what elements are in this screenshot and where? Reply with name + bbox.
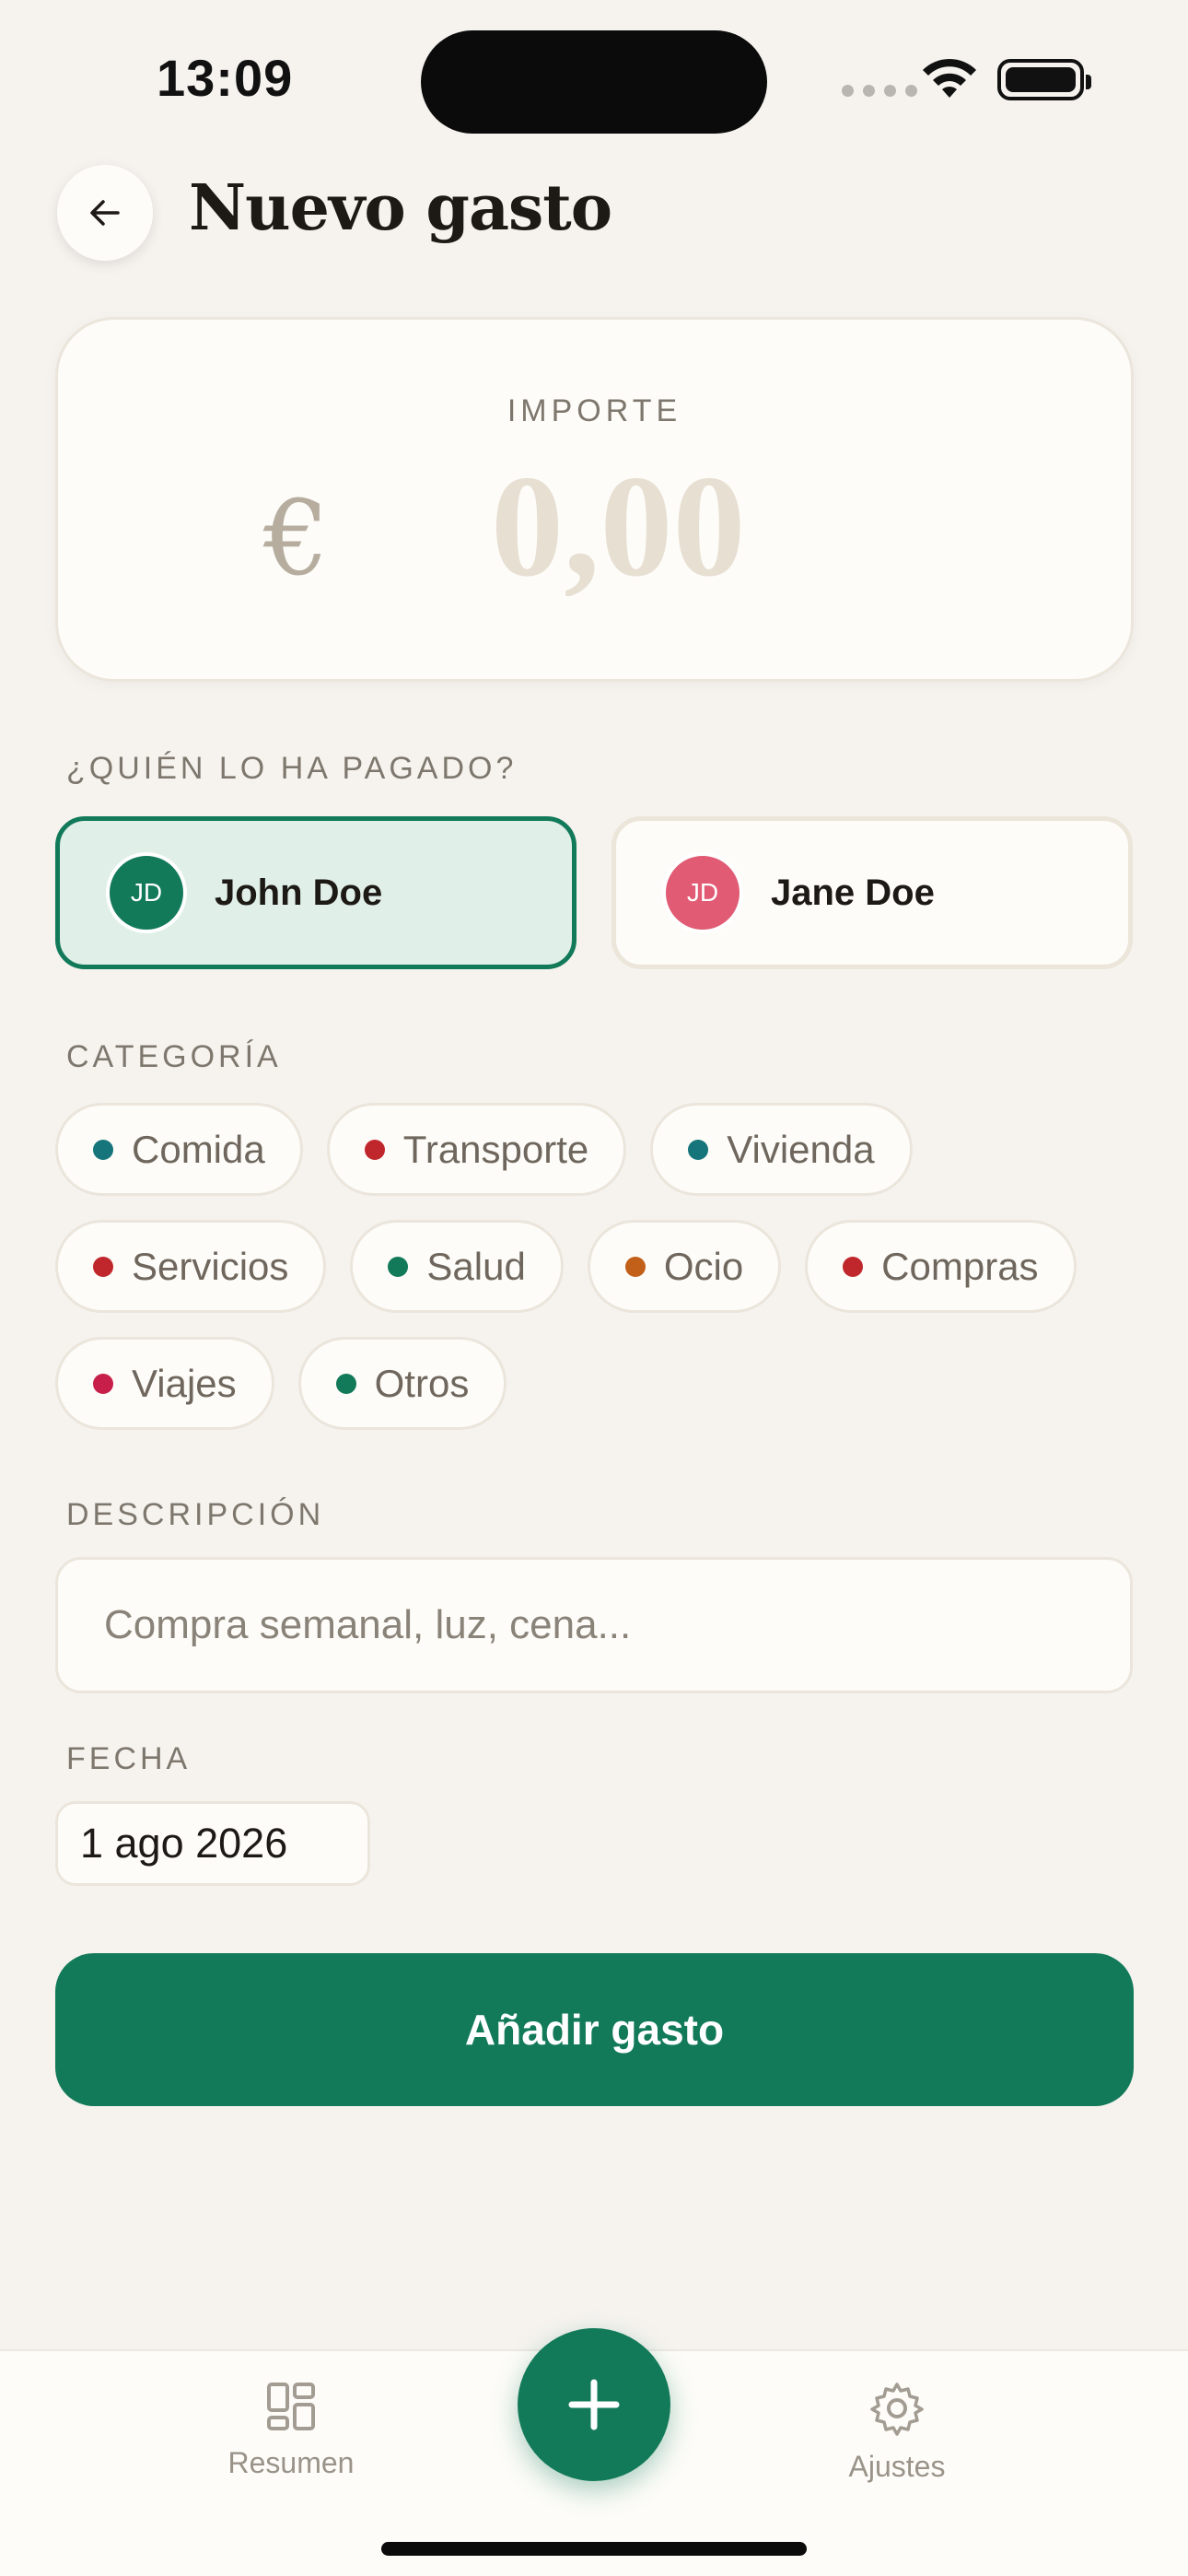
category-chip-servicios[interactable]: Servicios	[55, 1220, 327, 1313]
date-field[interactable]: 1 ago 2026	[55, 1801, 370, 1886]
chip-label: Ocio	[663, 1244, 744, 1288]
chip-label: Vivienda	[727, 1127, 875, 1171]
category-dot	[93, 1373, 113, 1394]
plus-icon	[568, 2379, 620, 2430]
chip-label: Compras	[881, 1244, 1039, 1288]
gear-icon	[870, 2383, 924, 2436]
chip-label: Salud	[426, 1244, 526, 1288]
category-dot	[843, 1256, 864, 1277]
category-chip-viajes[interactable]: Viajes	[55, 1337, 274, 1430]
description-section-label: DESCRIPCIÓN	[66, 1497, 325, 1532]
add-expense-button[interactable]: Añadir gasto	[55, 1953, 1134, 2106]
currency-symbol: €	[263, 479, 330, 599]
category-dot	[93, 1139, 113, 1160]
category-section-label: CATEGORÍA	[66, 1039, 282, 1074]
category-dot	[93, 1256, 113, 1277]
category-dot	[388, 1256, 409, 1277]
chip-label: Comida	[132, 1127, 265, 1171]
back-button[interactable]	[57, 165, 153, 261]
chip-label: Transporte	[402, 1127, 589, 1171]
arrow-left-icon	[90, 200, 120, 226]
amount-input[interactable]	[491, 458, 905, 596]
payer-name: John Doe	[215, 872, 383, 913]
tab-resumen[interactable]: Resumen	[153, 2381, 429, 2480]
category-dot	[335, 1373, 356, 1394]
add-fab-button[interactable]	[518, 2328, 670, 2481]
payer-option-jane-doe[interactable]: JD Jane Doe	[611, 816, 1133, 969]
category-chip-compras[interactable]: Compras	[805, 1220, 1077, 1313]
wifi-icon	[923, 58, 976, 98]
cellular-signal-icon	[842, 85, 917, 97]
category-chip-transporte[interactable]: Transporte	[326, 1103, 627, 1196]
payer-section-label: ¿QUIÉN LO HA PAGADO?	[66, 751, 518, 786]
tab-ajustes[interactable]: Ajustes	[759, 2381, 1035, 2484]
avatar: JD	[106, 852, 187, 933]
category-chip-ocio[interactable]: Ocio	[587, 1220, 782, 1313]
payer-option-john-doe[interactable]: JD John Doe	[55, 816, 577, 969]
page-title: Nuevo gasto	[189, 171, 612, 245]
category-chip-otros[interactable]: Otros	[297, 1337, 507, 1430]
category-dot	[624, 1256, 646, 1277]
chip-label: Servicios	[132, 1244, 289, 1288]
chip-label: Otros	[374, 1361, 470, 1405]
category-chip-salud[interactable]: Salud	[350, 1220, 564, 1313]
category-chip-comida[interactable]: Comida	[55, 1103, 303, 1196]
tab-label: Ajustes	[848, 2450, 946, 2483]
chip-label: Viajes	[132, 1361, 237, 1405]
category-dot	[364, 1139, 385, 1160]
category-chip-list: Comida Transporte Vivienda Servicios Sal…	[55, 1103, 1142, 1430]
dynamic-island	[421, 30, 767, 134]
category-dot	[688, 1139, 709, 1160]
amount-card: IMPORTE €	[55, 317, 1134, 682]
date-section-label: FECHA	[66, 1741, 192, 1776]
description-input[interactable]	[55, 1557, 1133, 1693]
status-time: 13:09	[157, 49, 294, 107]
home-indicator	[381, 2542, 807, 2556]
avatar: JD	[662, 852, 743, 933]
category-chip-vivienda[interactable]: Vivienda	[650, 1103, 913, 1196]
dashboard-icon	[267, 2383, 315, 2430]
amount-label: IMPORTE	[507, 393, 682, 428]
tab-label: Resumen	[227, 2446, 355, 2479]
payer-name: Jane Doe	[771, 872, 935, 913]
battery-icon	[997, 59, 1091, 100]
